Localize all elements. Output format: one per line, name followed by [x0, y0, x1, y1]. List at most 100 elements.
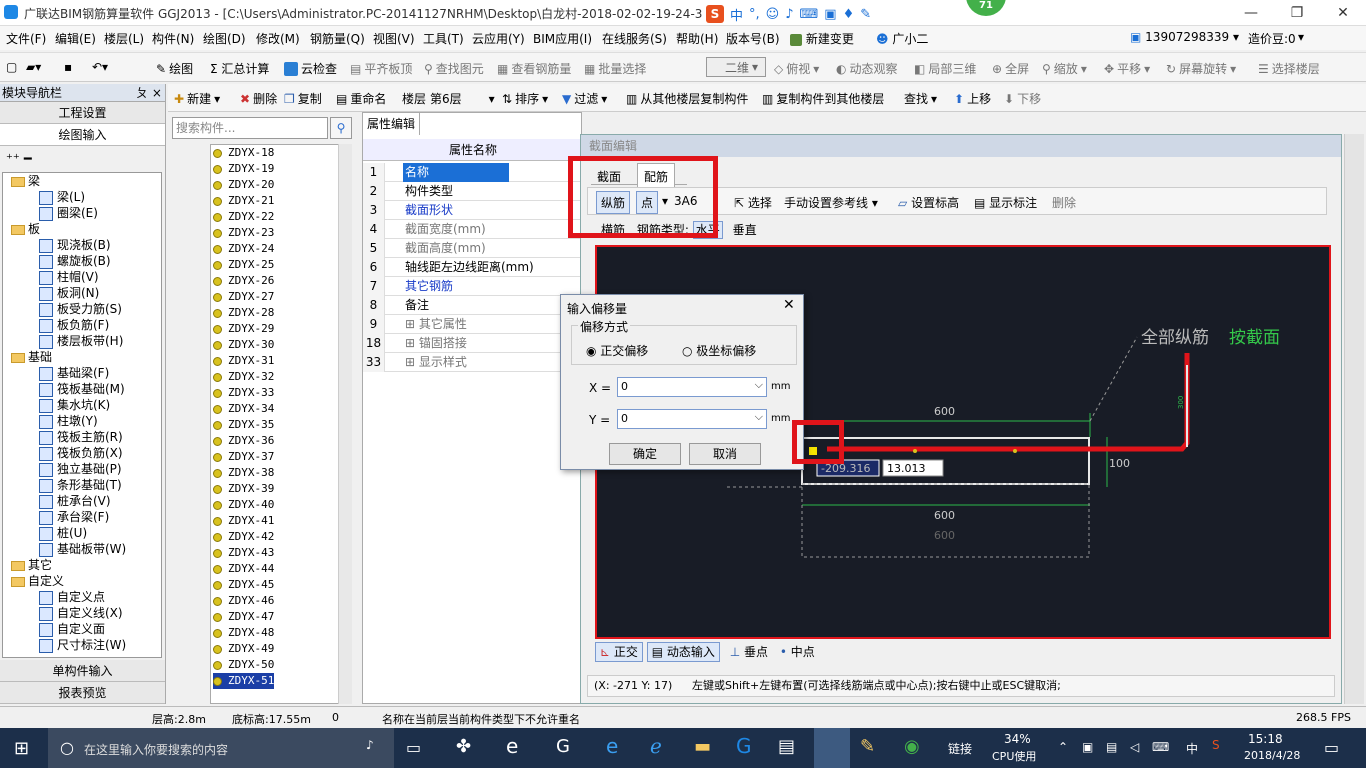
local-3d-button[interactable]: ◧ 局部三维 [914, 60, 976, 77]
midpoint-button[interactable]: • 中点 [780, 645, 815, 659]
vertical-option[interactable]: 垂直 [733, 223, 757, 237]
level-top-button[interactable]: ▤ 平齐板顶 [350, 60, 412, 77]
list-item[interactable]: ZDYX-24 [213, 241, 274, 257]
tree-item[interactable]: 集水坑(K) [39, 397, 110, 413]
tree-item[interactable]: 条形基础(T) [39, 477, 122, 493]
property-row[interactable]: 9 ⊞ 其它属性 [363, 315, 583, 334]
minimize-button[interactable]: — [1228, 0, 1274, 26]
tree-item[interactable]: 独立基础(P) [39, 461, 122, 477]
tree-item[interactable]: 圈梁(E) [39, 205, 98, 221]
move-up-button[interactable]: ⬆ 上移 [954, 90, 991, 107]
report-preview-button[interactable]: 报表预览 [0, 682, 165, 704]
volume-icon[interactable]: ◁ [1130, 740, 1139, 754]
emoji-icon[interactable]: ☺ [766, 7, 780, 22]
property-row[interactable]: 3 截面形状 [363, 201, 583, 220]
list-item[interactable]: ZDYX-23 [213, 225, 274, 241]
skin-icon[interactable]: ▣ [824, 7, 836, 22]
list-item[interactable]: ZDYX-39 [213, 481, 274, 497]
ie2-icon[interactable]: ℯ [650, 734, 662, 758]
tree-item[interactable]: 基础梁(F) [39, 365, 109, 381]
y-offset-input[interactable]: 0 [617, 408, 767, 429]
mic-icon[interactable]: ♪ [785, 7, 793, 22]
list-item[interactable]: ZDYX-51 [213, 673, 275, 689]
cloud-check-button[interactable]: 云检查 [284, 60, 337, 77]
task-view-icon[interactable]: ▭ [406, 738, 421, 757]
list-item[interactable]: ZDYX-34 [213, 401, 274, 417]
shirt-icon[interactable]: ♦ [843, 7, 855, 22]
undo-icon[interactable]: ↶▾ [92, 60, 108, 74]
copy-from-floor-button[interactable]: ▥ 从其他楼层复制构件 [626, 90, 748, 107]
score-badge[interactable]: 71 [966, 0, 1006, 16]
maximize-button[interactable]: ❐ [1274, 0, 1320, 26]
copy-button[interactable]: ❐ 复制 [284, 90, 322, 107]
edge-icon[interactable]: e [606, 734, 618, 758]
list-item[interactable]: ZDYX-18 [213, 145, 274, 161]
x-offset-input[interactable]: 0 [617, 376, 767, 397]
tree-item[interactable]: 筏板基础(M) [39, 381, 125, 397]
menu-assistant[interactable]: ☻ 广小二 [876, 30, 928, 47]
mid-point[interactable] [913, 449, 917, 453]
tree-item[interactable]: 桩承台(V) [39, 493, 111, 509]
list-item[interactable]: ZDYX-49 [213, 641, 274, 657]
ime-lang[interactable]: 中 [730, 5, 743, 24]
delete-button[interactable]: ✖ 删除 [240, 90, 277, 107]
list-item[interactable]: ZDYX-44 [213, 561, 274, 577]
tree-item[interactable]: 柱帽(V) [39, 269, 99, 285]
fullscreen-button[interactable]: ⊕ 全屏 [992, 60, 1029, 77]
list-item[interactable]: ZDYX-26 [213, 273, 274, 289]
tray-chevron-icon[interactable]: ⌃ [1058, 740, 1068, 754]
tree-item[interactable]: 筏板负筋(X) [39, 445, 123, 461]
tree-item[interactable]: 柱墩(Y) [39, 413, 98, 429]
batch-select-button[interactable]: ▦ 批量选择 [584, 60, 646, 77]
rotate-screen-button[interactable]: ↻ 屏幕旋转 ▾ [1166, 60, 1236, 77]
view-steel-button[interactable]: ▦ 查看钢筋量 [497, 60, 571, 77]
notes-icon[interactable]: ✎ [860, 736, 875, 757]
ime-punct[interactable]: °, [749, 7, 760, 22]
list-item[interactable]: ZDYX-25 [213, 257, 274, 273]
property-row[interactable]: 4 截面宽度(mm) [363, 220, 583, 239]
taskbar-link[interactable]: 链接 [948, 740, 972, 757]
single-component-button[interactable]: 单构件输入 [0, 660, 165, 682]
dialog-close-icon[interactable]: ✕ [783, 297, 795, 313]
active-app-icon[interactable] [814, 728, 850, 768]
project-settings-button[interactable]: 工程设置 [0, 102, 165, 124]
tree-item[interactable]: 基础 [11, 349, 52, 365]
keyboard-tray-icon[interactable]: ⌨ [1152, 740, 1169, 754]
tree-item[interactable]: 筏板主筋(R) [39, 429, 123, 445]
show-label-button[interactable]: ▤ 显示标注 [974, 194, 1037, 211]
nav-pin-icon[interactable]: ㄆ × [136, 84, 162, 102]
clipboard-icon[interactable]: ▤ [778, 736, 795, 757]
cancel-button[interactable]: 取消 [689, 443, 761, 465]
property-row[interactable]: 5 截面高度(mm) [363, 239, 583, 258]
menu-floor[interactable]: 楼层(L) [104, 30, 144, 47]
expand-all-icon[interactable]: ⁺⁺ ━ [6, 152, 32, 167]
tree-item[interactable]: 自定义面 [39, 621, 105, 637]
property-row[interactable]: 7 其它钢筋 [363, 277, 583, 296]
list-item[interactable]: ZDYX-32 [213, 369, 274, 385]
end-point[interactable] [1013, 449, 1017, 453]
draw-input-button[interactable]: 绘图输入 [0, 124, 165, 146]
select-button[interactable]: ⇱ 选择 [734, 194, 772, 211]
tree-item[interactable]: 自定义 [11, 573, 64, 589]
pan-button[interactable]: ✥ 平移 ▾ [1104, 60, 1150, 77]
tree-item[interactable]: 板洞(N) [39, 285, 99, 301]
green-app-icon[interactable]: ◉ [904, 736, 920, 757]
menu-bim[interactable]: BIM应用(I) [533, 30, 592, 47]
polar-offset-radio[interactable]: ○ 极坐标偏移 [682, 342, 756, 359]
save-icon[interactable]: ▪ [64, 60, 72, 74]
filter-button[interactable]: ▼ 过滤 ▾ [562, 90, 607, 107]
tree-item[interactable]: 其它 [11, 557, 52, 573]
list-item[interactable]: ZDYX-19 [213, 161, 274, 177]
price-beans[interactable]: 造价豆:0 [1248, 30, 1296, 47]
set-elevation-button[interactable]: ▱ 设置标高 [898, 194, 959, 211]
windows-start-icon[interactable]: ⊞ [14, 738, 29, 759]
menu-edit[interactable]: 编辑(E) [55, 30, 96, 47]
new-component-button[interactable]: ✚ 新建 ▾ [174, 90, 220, 107]
menu-steel[interactable]: 钢筋量(Q) [310, 30, 365, 47]
property-row[interactable]: 6 轴线距左边线距离(mm) [363, 258, 583, 277]
tree-item[interactable]: 板负筋(F) [39, 317, 109, 333]
find-element-button[interactable]: ⚲ 查找图元 [424, 60, 484, 77]
tab-property-edit[interactable]: 属性编辑 [363, 113, 421, 135]
account[interactable]: ▣ 13907298339 ▾ [1130, 30, 1239, 44]
list-scrollbar[interactable] [338, 144, 352, 704]
